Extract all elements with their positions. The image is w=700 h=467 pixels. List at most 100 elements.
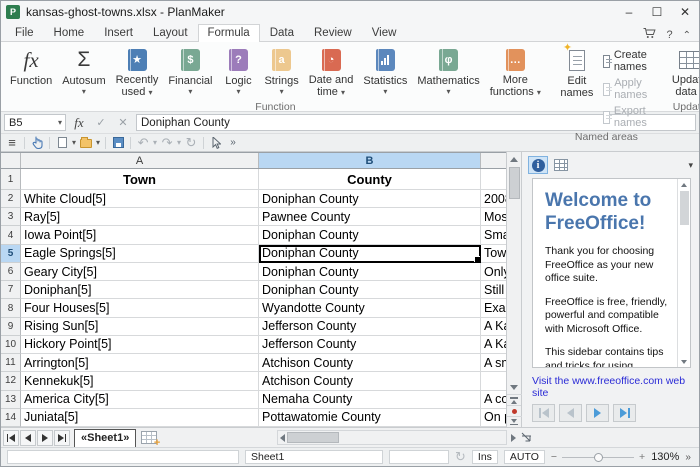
confirm-icon[interactable]: ✓ <box>92 116 110 129</box>
row-header-selected[interactable]: 5 <box>1 244 21 263</box>
cell[interactable]: 2008 <box>481 190 506 209</box>
zoom-out-icon[interactable]: − <box>551 451 557 463</box>
recently-used-button[interactable]: ★ Recently used ▾ <box>111 44 164 100</box>
cell[interactable]: Nemaha County <box>259 390 481 409</box>
cell[interactable]: Geary City[5] <box>21 262 259 282</box>
chevron-down-icon[interactable]: ▾ <box>153 138 157 147</box>
sidebar-menu-chevron-icon[interactable]: ▾ <box>688 160 693 171</box>
cell[interactable]: Ray[5] <box>21 208 259 227</box>
new-document-icon[interactable] <box>55 135 69 150</box>
tab-file[interactable]: File <box>5 24 44 42</box>
collapse-ribbon-icon[interactable]: ⌃ <box>683 30 691 41</box>
cancel-icon[interactable]: ✕ <box>114 116 132 129</box>
last-page-button[interactable] <box>613 404 636 422</box>
cell[interactable]: Still c <box>481 281 506 300</box>
add-sheet-icon[interactable] <box>141 431 160 449</box>
sidebar-tab-cells[interactable] <box>551 156 571 174</box>
cell[interactable]: A Kar <box>481 336 506 355</box>
row-header[interactable]: 1 <box>1 169 21 190</box>
row-header[interactable]: 10 <box>1 335 21 355</box>
help-icon[interactable]: ? <box>666 29 672 41</box>
freeoffice-link[interactable]: Visit the www.freeoffice.com web site <box>532 375 685 399</box>
object-mode-pointer-icon[interactable] <box>209 135 223 150</box>
cell[interactable]: A sm <box>481 354 506 373</box>
row-header[interactable]: 6 <box>1 262 21 282</box>
cell[interactable]: Four Houses[5] <box>21 299 259 318</box>
minimize-button[interactable]: – <box>615 2 643 22</box>
tab-layout[interactable]: Layout <box>143 24 198 42</box>
row-header[interactable]: 8 <box>1 299 21 318</box>
logic-button[interactable]: ? Logic ▾ <box>217 44 259 100</box>
maximize-button[interactable]: ☐ <box>643 2 671 22</box>
undo-icon[interactable]: ↶ <box>136 135 150 150</box>
selected-cell-b5[interactable]: Doniphan County <box>259 244 481 263</box>
tab-data[interactable]: Data <box>260 24 304 42</box>
cell[interactable]: On p <box>481 409 506 428</box>
insert-function-icon[interactable]: fx <box>70 115 88 131</box>
mathematics-button[interactable]: φ Mathematics ▾ <box>412 44 484 100</box>
statistics-button[interactable]: Statistics ▾ <box>358 44 412 100</box>
horizontal-scrollbar[interactable] <box>277 430 508 445</box>
cell[interactable]: Iowa Point[5] <box>21 226 259 245</box>
cell[interactable]: Jefferson County <box>259 335 481 355</box>
cell[interactable]: Hickory Point[5] <box>21 335 259 355</box>
export-names-button[interactable]: Export names <box>600 104 655 130</box>
first-page-button[interactable] <box>532 404 555 422</box>
status-overflow-icon[interactable]: » <box>685 452 691 463</box>
scroll-down-icon[interactable] <box>677 356 692 367</box>
cell[interactable]: Rising Sun[5] <box>21 317 259 336</box>
column-header-b[interactable]: B <box>259 153 481 168</box>
cell[interactable]: Doniphan County <box>259 262 481 282</box>
tab-home[interactable]: Home <box>44 24 95 42</box>
save-icon[interactable] <box>111 135 125 150</box>
row-header[interactable]: 13 <box>1 390 21 409</box>
redo-icon[interactable]: ↷ <box>160 135 174 150</box>
financial-button[interactable]: $ Financial ▾ <box>163 44 217 100</box>
autosum-button[interactable]: Σ Autosum ▾ <box>57 44 110 100</box>
repeat-icon[interactable]: ↻ <box>184 135 198 150</box>
apply-names-button[interactable]: Apply names <box>600 76 655 102</box>
next-page-button[interactable] <box>586 404 609 422</box>
previous-sheet-icon[interactable] <box>20 429 36 446</box>
sidebar-tab-info[interactable]: i <box>528 156 548 174</box>
cell[interactable]: Pawnee County <box>259 208 481 227</box>
create-names-button[interactable]: Create names <box>600 48 655 74</box>
row-header[interactable]: 2 <box>1 190 21 209</box>
cell[interactable]: Kennekuk[5] <box>21 372 259 391</box>
vertical-scrollbar-thumb[interactable] <box>508 167 520 199</box>
cell[interactable]: Exact <box>481 299 506 318</box>
cell[interactable]: Town <box>481 245 506 263</box>
tab-formula[interactable]: Formula <box>197 24 260 42</box>
close-button[interactable]: ✕ <box>671 2 699 22</box>
split-down-button[interactable] <box>506 416 522 427</box>
touch-mode-icon[interactable] <box>30 135 44 150</box>
update-data-button[interactable]: ! Update data ▾ <box>667 44 699 100</box>
cell[interactable]: Jefferson County <box>259 317 481 336</box>
tab-review[interactable]: Review <box>304 24 362 42</box>
tab-view[interactable]: View <box>362 24 407 42</box>
cell[interactable]: County <box>259 169 481 190</box>
cell[interactable]: Town <box>21 169 259 190</box>
zoom-track[interactable] <box>562 452 635 462</box>
cell[interactable]: Most <box>481 208 506 227</box>
next-sheet-icon[interactable] <box>37 429 53 446</box>
cell[interactable]: Atchison County <box>259 372 481 391</box>
edit-names-button[interactable]: ✦ Edit names <box>556 42 598 100</box>
strings-button[interactable]: a Strings ▾ <box>259 44 303 100</box>
column-header-c[interactable] <box>481 153 506 168</box>
scroll-up-icon[interactable] <box>677 179 692 190</box>
cell[interactable]: Wyandotte County <box>259 299 481 318</box>
scroll-up-icon[interactable] <box>507 152 522 166</box>
row-header[interactable]: 3 <box>1 208 21 227</box>
insert-mode-toggle[interactable]: Ins <box>471 450 498 464</box>
last-sheet-icon[interactable] <box>54 429 70 446</box>
cell[interactable]: Atchison County <box>259 354 481 373</box>
zoom-level[interactable]: 130% <box>651 451 679 463</box>
select-all-corner[interactable] <box>1 153 21 168</box>
first-sheet-icon[interactable] <box>3 429 19 446</box>
open-folder-icon[interactable] <box>79 135 93 150</box>
cell[interactable]: Small <box>481 226 506 245</box>
cell[interactable]: White Cloud[5] <box>21 190 259 209</box>
chevron-down-icon[interactable]: ▾ <box>96 138 100 147</box>
cell[interactable] <box>481 169 506 190</box>
